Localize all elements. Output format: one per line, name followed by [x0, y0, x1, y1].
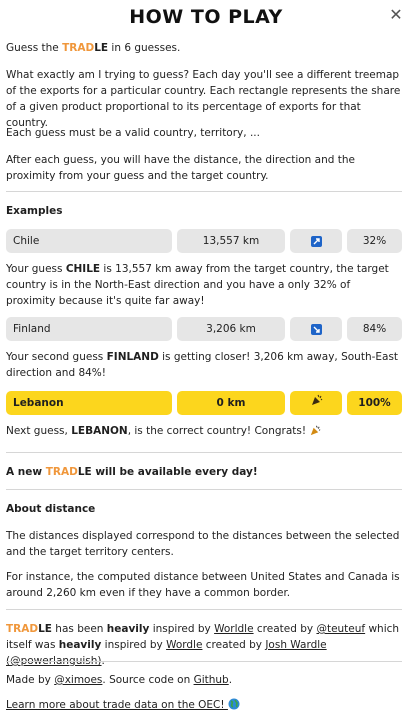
country-cell: Chile: [6, 229, 172, 253]
proximity-cell: 84%: [347, 317, 402, 341]
wordle-link[interactable]: Wordle: [166, 639, 202, 651]
made-by-text: Made by @ximoes. Source code on Github.: [6, 674, 233, 686]
divider: [6, 609, 402, 610]
direction-cell: [290, 317, 342, 341]
about-heading: About distance: [6, 503, 96, 515]
examples-heading: Examples: [6, 205, 63, 217]
example-desc-chile: Your guess CHILE is 13,557 km away from …: [6, 263, 389, 307]
worldle-link[interactable]: Worldle: [214, 623, 253, 635]
example-desc-lebanon: Next guess, LEBANON, is the correct coun…: [6, 423, 402, 441]
oec-link[interactable]: Learn more about trade data on the OEC!: [6, 699, 228, 711]
proximity-cell: 100%: [347, 391, 402, 415]
about-example: For instance, the computed distance betw…: [6, 571, 400, 599]
github-link[interactable]: Github: [194, 674, 229, 686]
ximoes-link[interactable]: @ximoes: [54, 674, 102, 686]
intro-description: What exactly am I trying to guess? Each …: [6, 69, 401, 129]
south-east-arrow-icon: [310, 323, 322, 335]
intro-valid-country: Each guess must be a valid country, terr…: [6, 127, 260, 139]
new-daily-text: A new TRADLE will be available every day…: [6, 466, 258, 478]
about-desc: The distances displayed correspond to th…: [6, 530, 400, 558]
divider: [6, 191, 402, 192]
oec-link-row: Learn more about trade data on the OEC!: [6, 697, 402, 715]
country-cell: Lebanon: [6, 391, 172, 415]
globe-icon: [228, 698, 240, 715]
modal-header: HOW TO PLAY ✕: [6, 0, 406, 34]
divider: [6, 489, 402, 490]
example-row-finland: Finland 3,206 km 84%: [6, 317, 402, 341]
distance-cell: 3,206 km: [177, 317, 285, 341]
distance-cell: 13,557 km: [177, 229, 285, 253]
example-row-chile: Chile 13,557 km 32%: [6, 229, 402, 253]
intro-guess-text: Guess the TRADLE in 6 guesses.: [6, 42, 181, 54]
close-icon[interactable]: ✕: [388, 7, 404, 23]
example-desc-finland: Your second guess FINLAND is getting clo…: [6, 351, 399, 379]
proximity-cell: 32%: [347, 229, 402, 253]
teuteuf-link[interactable]: @teuteuf: [316, 623, 365, 635]
page-title: HOW TO PLAY: [129, 6, 283, 28]
direction-cell: [290, 229, 342, 253]
party-popper-icon: [309, 424, 321, 441]
direction-cell: [290, 391, 342, 415]
party-popper-icon: [310, 391, 323, 415]
distance-cell: 0 km: [177, 391, 285, 415]
example-row-lebanon: Lebanon 0 km 100%: [6, 391, 402, 415]
divider: [6, 452, 402, 453]
north-east-arrow-icon: [310, 235, 322, 247]
intro-feedback: After each guess, you will have the dist…: [6, 154, 355, 182]
country-cell: Finland: [6, 317, 172, 341]
divider: [6, 661, 402, 662]
